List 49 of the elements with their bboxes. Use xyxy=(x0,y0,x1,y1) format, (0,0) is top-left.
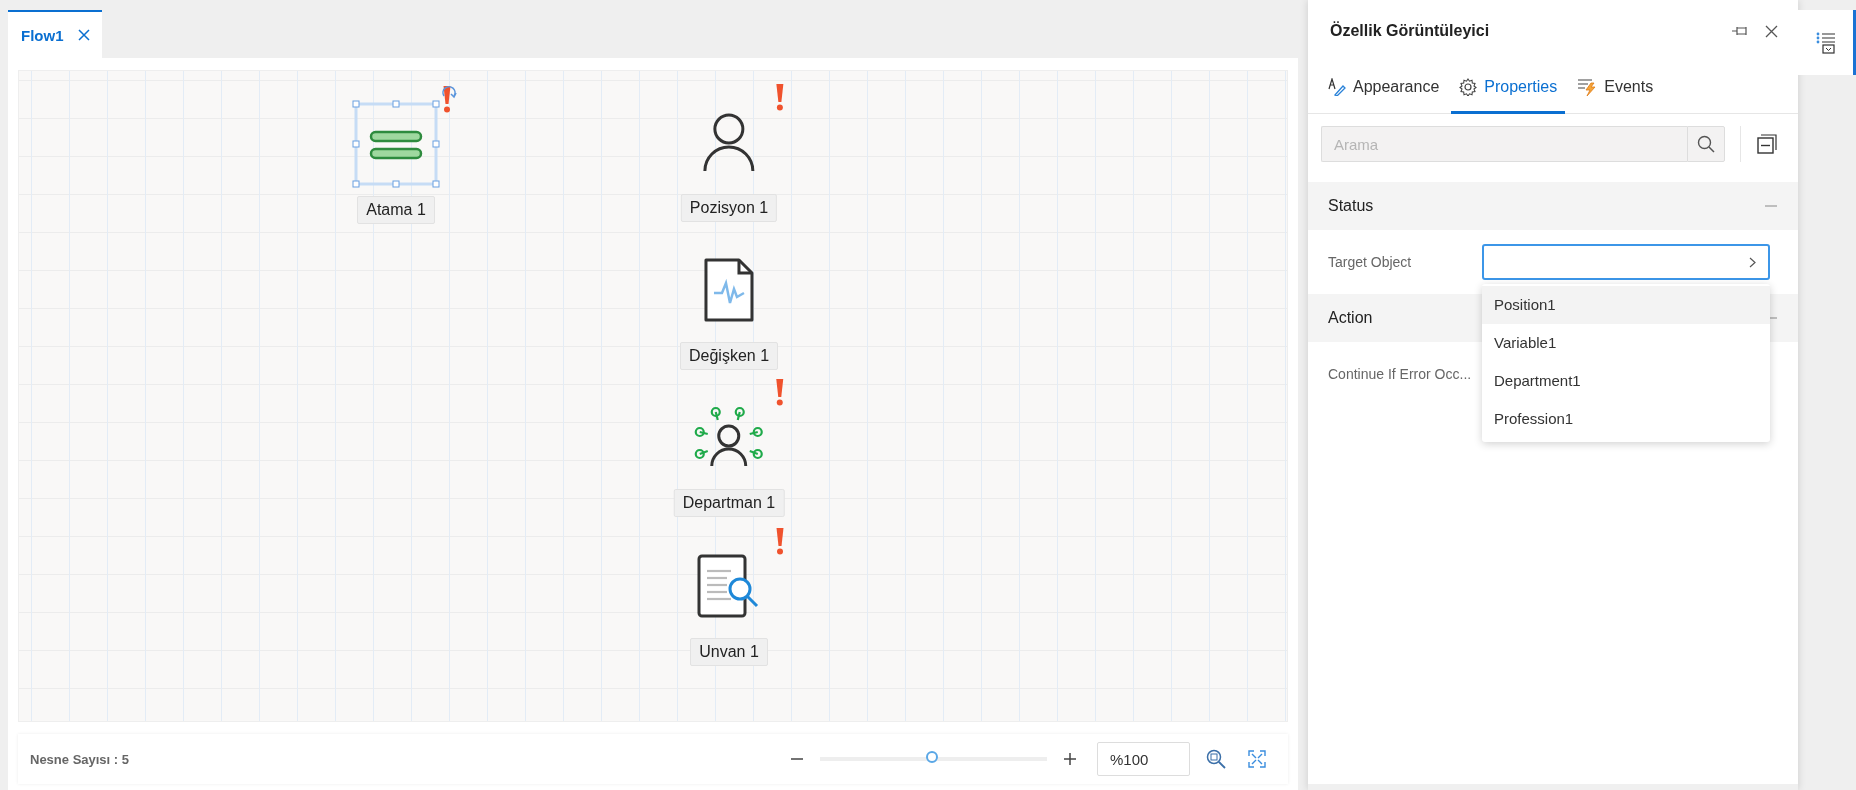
panel-title: Özellik Görüntüleyici xyxy=(1330,22,1491,40)
collapse-icon xyxy=(1757,134,1777,154)
panel-tab[interactable]: Properties xyxy=(1451,62,1566,114)
collapse-all-button[interactable] xyxy=(1757,134,1777,154)
property-list-button[interactable] xyxy=(1798,10,1856,75)
pin-button[interactable] xyxy=(1731,25,1749,37)
slider-thumb[interactable] xyxy=(925,751,938,763)
person-icon[interactable] xyxy=(702,111,756,173)
magnifier-icon xyxy=(1206,749,1226,769)
property-label: Target Object xyxy=(1328,254,1413,270)
list-icon xyxy=(1815,31,1836,54)
property-label: Continue If Error Occ... xyxy=(1328,366,1473,382)
dropdown-option[interactable]: Profession1 xyxy=(1482,400,1770,438)
dropdown-option[interactable]: Position1 xyxy=(1482,286,1770,324)
section-header[interactable]: Status xyxy=(1308,182,1798,230)
panel-tab[interactable]: Appearance xyxy=(1320,62,1448,114)
text-pen-icon xyxy=(1328,77,1346,96)
plus-icon xyxy=(1063,752,1077,766)
node-label: Unvan 1 xyxy=(690,638,768,666)
close-icon[interactable] xyxy=(77,29,90,41)
pin-icon xyxy=(1731,25,1749,37)
close-icon xyxy=(1765,24,1778,38)
search-button[interactable] xyxy=(1687,126,1725,162)
document-icon[interactable] xyxy=(703,257,755,323)
rotate-icon[interactable] xyxy=(440,84,458,100)
document-tab[interactable]: Flow1 xyxy=(8,10,102,58)
expand-icon xyxy=(1248,750,1266,768)
gear-icon xyxy=(1459,77,1478,96)
search-field[interactable]: Arama xyxy=(1321,126,1687,162)
dropdown-option[interactable]: Variable1 xyxy=(1482,324,1770,362)
panel-tab[interactable]: Events xyxy=(1569,62,1662,114)
node-label: Pozisyon 1 xyxy=(680,194,778,222)
person-network-icon[interactable] xyxy=(694,406,764,468)
zoom-field[interactable]: %100 xyxy=(1097,742,1190,776)
chevron-icon xyxy=(1749,256,1756,268)
dropdown-option[interactable]: Department1 xyxy=(1482,362,1770,400)
fit-screen-button[interactable] xyxy=(1248,750,1266,768)
zoom-in-button[interactable] xyxy=(1063,752,1077,766)
section-title: Status xyxy=(1328,197,1375,215)
node-label: Atama 1 xyxy=(357,196,435,224)
section-title: Action xyxy=(1328,309,1374,327)
close-button[interactable] xyxy=(1765,24,1778,38)
lightning-list-icon xyxy=(1577,77,1598,96)
object-count: Nesne Sayısı : 5 xyxy=(30,751,130,767)
node-label: Değişken 1 xyxy=(680,342,778,370)
flow-canvas[interactable]: Atama 1 Pozisyon 1 Değişken 1 Departman 1 Unvan 1 xyxy=(18,70,1288,722)
zoom-reset-button[interactable] xyxy=(1206,749,1226,769)
node-label: Departman 1 xyxy=(673,489,785,517)
search-icon xyxy=(1697,135,1715,153)
